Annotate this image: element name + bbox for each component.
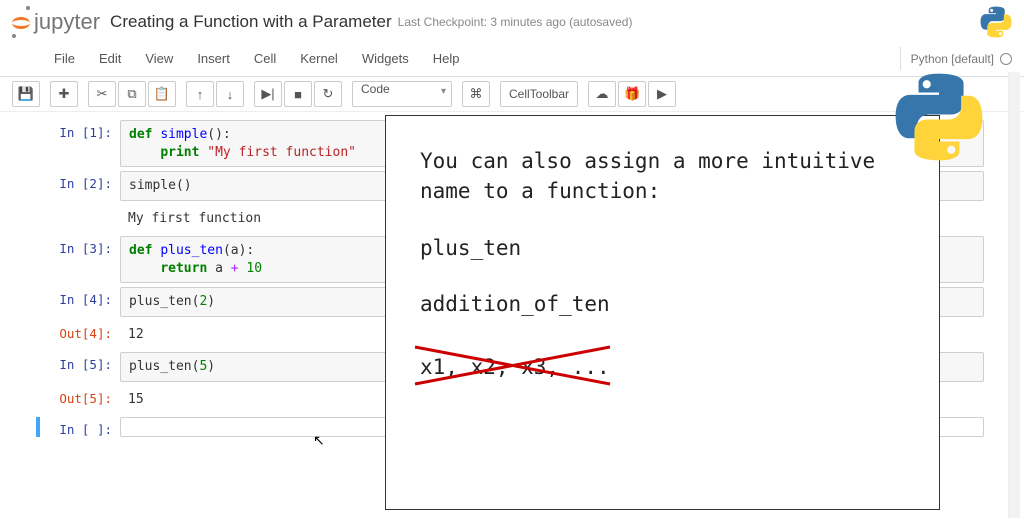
move-down-button[interactable]: ↓ [216,81,244,107]
cell-toolbar-button[interactable]: CellToolbar [500,81,578,107]
paste-button[interactable]: 📋 [148,81,176,107]
move-up-button[interactable]: ↑ [186,81,214,107]
menu-kernel[interactable]: Kernel [288,47,350,70]
restart-button[interactable]: ↻ [314,81,342,107]
explanation-overlay: You can also assign a more intuitive nam… [385,115,940,510]
command-palette-button[interactable]: ⌘ [462,81,490,107]
run-button[interactable]: ▶| [254,81,282,107]
in-prompt: In [3]: [40,236,120,283]
save-button[interactable]: 💾 [12,81,40,107]
overlay-text-1: You can also assign a more intuitive nam… [420,146,905,207]
cross-out-icon [410,342,620,392]
kernel-status-icon [1000,53,1012,65]
checkpoint-text: Last Checkpoint: 3 minutes ago (autosave… [398,15,633,29]
jupyter-icon [12,8,30,36]
menu-edit[interactable]: Edit [87,47,133,70]
out-prompt-empty [40,205,120,233]
menubar: FileEditViewInsertCellKernelWidgetsHelp … [0,44,1024,77]
out-prompt: Out[4]: [40,321,120,349]
out-prompt: Out[5]: [40,386,120,414]
cut-button[interactable]: ✂ [88,81,116,107]
logo-text: jupyter [34,9,100,35]
cloud-button[interactable]: ☁ [588,81,616,107]
python-logo-large [894,72,984,162]
overlay-text-2: plus_ten [420,233,905,263]
jupyter-logo[interactable]: jupyter [12,8,100,36]
menu-insert[interactable]: Insert [185,47,242,70]
overlay-text-3: addition_of_ten [420,289,905,319]
presentation-button[interactable]: ▶ [648,81,676,107]
cell-type-select[interactable]: Code [352,81,452,107]
copy-button[interactable]: ⧉ [118,81,146,107]
kernel-name: Python [default] [911,52,994,66]
menu-file[interactable]: File [42,47,87,70]
notebook-title[interactable]: Creating a Function with a Parameter [110,12,392,32]
in-prompt: In [4]: [40,287,120,317]
scrollbar[interactable] [1008,72,1020,518]
overlay-crossed-text: x1, x2, x3, ... [420,352,610,382]
in-prompt: In [2]: [40,171,120,201]
header: jupyter Creating a Function with a Param… [0,0,1024,44]
interrupt-button[interactable]: ■ [284,81,312,107]
toolbar: 💾 ✚ ✂ ⧉ 📋 ↑ ↓ ▶| ■ ↻ Code ⌘ CellToolbar … [0,77,1024,112]
in-prompt: In [5]: [40,352,120,382]
menu-help[interactable]: Help [421,47,472,70]
gift-button[interactable]: 🎁 [618,81,646,107]
in-prompt: In [1]: [40,120,120,167]
in-prompt: In [ ]: [40,417,120,437]
kernel-indicator[interactable]: Python [default] [900,47,1012,70]
add-cell-button[interactable]: ✚ [50,81,78,107]
menu-cell[interactable]: Cell [242,47,288,70]
menu-view[interactable]: View [133,47,185,70]
menu-widgets[interactable]: Widgets [350,47,421,70]
python-icon [980,6,1012,38]
